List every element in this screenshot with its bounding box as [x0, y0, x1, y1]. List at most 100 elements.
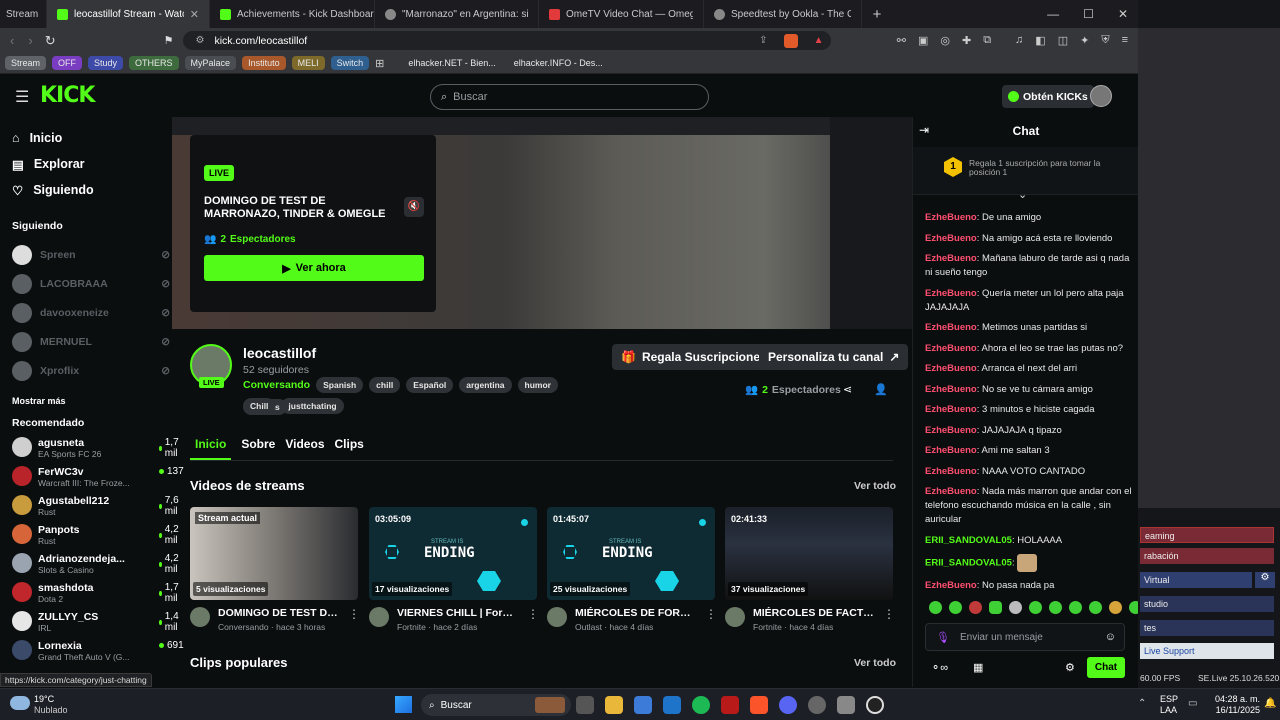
network-icon[interactable]: ▭ — [1188, 698, 1197, 709]
extension-icon[interactable]: ⚯ — [897, 34, 906, 47]
recommended-item[interactable]: Agustabell212 Rust 7,6 mil — [12, 495, 179, 524]
settings-app-icon[interactable] — [837, 696, 855, 714]
kick-points-icon[interactable]: ⚬∞ — [931, 661, 948, 674]
expand-icon[interactable]: ⌄ — [1018, 188, 1027, 201]
emote-icon[interactable] — [1129, 601, 1138, 614]
tab-clips[interactable]: Clips — [335, 437, 364, 460]
minimize-icon[interactable]: — — [1047, 7, 1059, 21]
video-player[interactable]: LIVE DOMINGO DE TEST DE MARRONAZO, TINDE… — [172, 117, 912, 329]
see-all-streams-link[interactable]: Ver todo — [854, 480, 896, 492]
close-window-icon[interactable]: ✕ — [1118, 7, 1128, 21]
kick-logo[interactable]: KICK — [40, 83, 95, 108]
chat-username[interactable]: EzheBueno — [925, 343, 977, 354]
following-item[interactable]: LACOBRAAA ⊘ — [12, 269, 170, 298]
chat-username[interactable]: EzheBueno — [925, 580, 977, 591]
video-card[interactable]: Stream actual 5 visualizaciones DOMINGO … — [190, 507, 360, 632]
chat-username[interactable]: EzheBueno — [925, 445, 977, 456]
brave-icon[interactable] — [750, 696, 768, 714]
chat-username[interactable]: EzheBueno — [925, 288, 977, 299]
following-item[interactable]: Xproflix ⊘ — [12, 356, 170, 385]
close-tab-icon[interactable]: ✕ — [190, 8, 199, 21]
emote-icon[interactable] — [1089, 601, 1102, 614]
more-options-icon[interactable]: ⋮ — [527, 607, 539, 632]
tab-achievements[interactable]: Achievements - Kick Dashboard — [210, 0, 375, 28]
notification-icon[interactable]: 🔔 — [1264, 698, 1276, 709]
chat-username[interactable]: EzheBueno — [925, 425, 977, 436]
tag[interactable]: Español — [406, 377, 454, 393]
store-icon[interactable] — [634, 696, 652, 714]
tab-sobre[interactable]: Sobre — [241, 437, 275, 460]
user-avatar[interactable] — [1090, 85, 1112, 107]
chat-username[interactable]: EzheBueno — [925, 404, 977, 415]
sidebar-item-explore[interactable]: ▤ Explorar — [12, 151, 170, 177]
tag[interactable]: humor — [517, 377, 558, 393]
chat-username[interactable]: EzheBueno — [925, 486, 977, 497]
chat-username[interactable]: EzheBueno — [925, 212, 977, 223]
bookmark-elhacker-info[interactable]: elhacker.INFO - Des... — [508, 56, 609, 70]
tray-chevron-icon[interactable]: ⌃ — [1138, 698, 1146, 709]
bookmark-meli[interactable]: MELI — [291, 56, 325, 70]
share-icon[interactable]: ⋖ — [843, 383, 852, 396]
puzzle-icon[interactable]: ✚ — [962, 34, 971, 47]
apps-grid-icon[interactable]: ⊞ — [375, 57, 384, 70]
maximize-icon[interactable]: ☐ — [1083, 7, 1094, 21]
url-field[interactable]: ⚙ kick.com/leocastillof ⇪ ▲ — [183, 31, 832, 50]
obs-icon[interactable] — [866, 696, 884, 714]
windows-start-icon[interactable] — [395, 696, 412, 713]
obs-studio-button[interactable]: studio — [1140, 596, 1274, 612]
following-item[interactable]: davooxeneize ⊘ — [12, 298, 170, 327]
emote-icon[interactable] — [1049, 601, 1062, 614]
bookmark-instituto[interactable]: Instituto — [242, 56, 286, 70]
obs-recording-button[interactable]: rabación — [1140, 548, 1274, 564]
extension-icon[interactable]: ▣ — [918, 34, 928, 47]
chat-username[interactable]: EzheBueno — [925, 363, 977, 374]
emote-icon[interactable] — [1009, 601, 1022, 614]
file-explorer-icon[interactable] — [605, 696, 623, 714]
app-icon[interactable] — [663, 696, 681, 714]
bookmark-others[interactable]: OTHERS — [129, 56, 179, 70]
emote-icon[interactable] — [929, 601, 942, 614]
task-view-icon[interactable] — [576, 696, 594, 714]
gift-subs-button[interactable]: 🎁 Regala Suscripciones — [612, 344, 776, 370]
bookmark-off[interactable]: OFF — [52, 56, 83, 70]
language-indicator[interactable]: ESP — [1160, 694, 1178, 704]
bookmark-mypalace[interactable]: MyPalace — [184, 56, 237, 70]
spotify-icon[interactable] — [692, 696, 710, 714]
see-all-clips-link[interactable]: Ver todo — [854, 657, 896, 669]
obs-live-support-button[interactable]: Live Support — [1140, 643, 1274, 659]
screenshot-icon[interactable]: ⧉ — [983, 34, 991, 47]
bookmark-elhacker-net[interactable]: elhacker.NET - Bien... — [402, 56, 501, 70]
recommended-item[interactable]: Lornexia Grand Theft Auto V (G... 691 — [12, 640, 184, 669]
app-icon[interactable] — [808, 696, 826, 714]
emote-icon[interactable] — [1069, 601, 1082, 614]
chat-username[interactable]: ERII_SANDOVAL05 — [925, 558, 1012, 569]
recommended-item[interactable]: Adrianozendeja... Slots & Casino 4,2 mil — [12, 553, 179, 582]
site-info-icon[interactable]: ⚙ — [195, 35, 204, 46]
tag[interactable]: Chill — [243, 398, 276, 414]
chat-username[interactable]: ERII_SANDOVAL05 — [925, 535, 1012, 546]
tab-videos[interactable]: Videos — [285, 437, 324, 460]
more-options-icon[interactable]: ⋮ — [883, 607, 895, 632]
obs-streaming-button[interactable]: eaming — [1140, 527, 1274, 543]
mute-icon[interactable]: 🔇 — [404, 197, 424, 217]
hamburger-menu-icon[interactable]: ☰ — [15, 87, 29, 107]
sidebar-item-following[interactable]: ♡ Siguiendo — [12, 177, 170, 203]
send-chat-button[interactable]: Chat — [1087, 657, 1125, 678]
tag[interactable]: justtchating — [281, 398, 344, 414]
share-icon[interactable]: ⇪ — [759, 35, 767, 46]
microphone-icon[interactable]: 🎙 — [936, 631, 950, 644]
forward-icon[interactable]: › — [28, 33, 32, 48]
video-card[interactable]: 03:05:09 STREAM IS ENDING 17 visualizaci… — [369, 507, 539, 632]
more-options-icon[interactable]: ⋮ — [705, 607, 717, 632]
emote-icon[interactable] — [1029, 601, 1042, 614]
tag[interactable]: argentina — [459, 377, 512, 393]
vpn-icon[interactable]: ⛨ — [1101, 34, 1109, 47]
tab-speedtest[interactable]: Speedtest by Ookla - The Global Bro — [704, 0, 862, 28]
video-card[interactable]: 01:45:07 STREAM IS ENDING 25 visualizaci… — [547, 507, 717, 632]
brave-rewards-icon[interactable]: ▲ — [814, 35, 824, 46]
back-icon[interactable]: ‹ — [10, 33, 14, 48]
tab-marronazo[interactable]: "Marronazo" en Argentina: significad — [375, 0, 539, 28]
bookmark-study[interactable]: Study — [88, 56, 124, 70]
obs-settings-icon[interactable]: ⚙ — [1255, 572, 1275, 588]
video-card[interactable]: 02:41:33 37 visualizaciones MIÉRCOLES DE… — [725, 507, 895, 632]
